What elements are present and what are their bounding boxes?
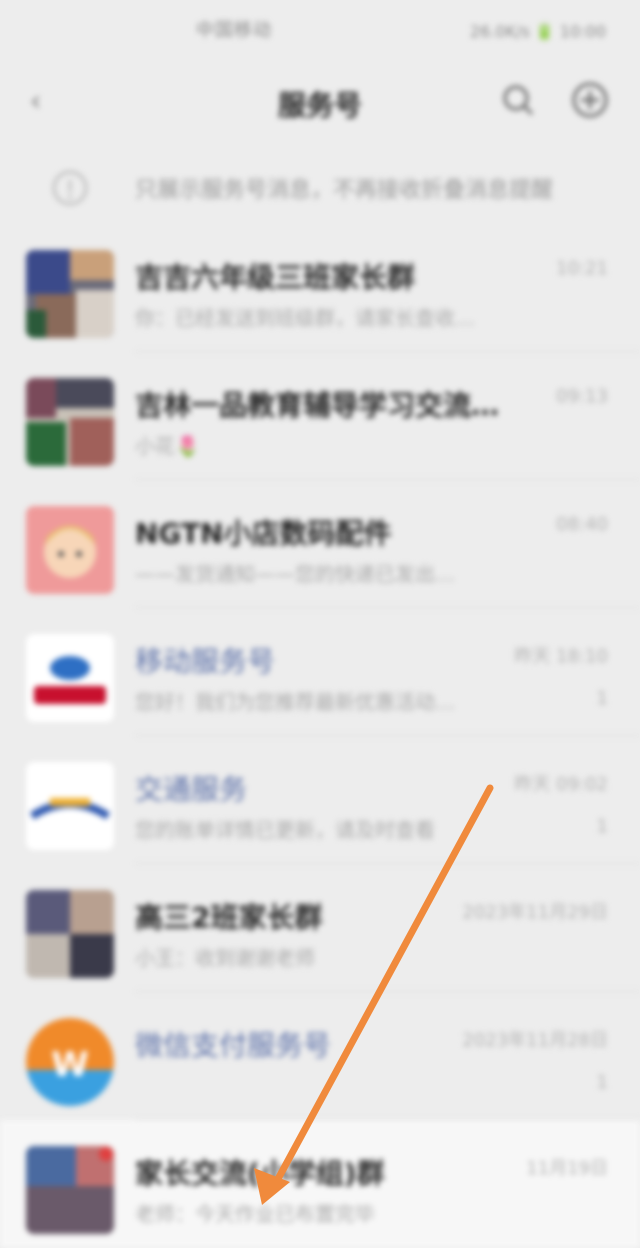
avatar (26, 1146, 114, 1234)
conversation-name: 家长交流(小学组)群 (135, 1157, 385, 1190)
conversation-name: 交通服务 (135, 773, 248, 806)
list-item[interactable]: 吉吉六年级三班家长群 你：已经发送到班级群，请家长查收… 10:21 (0, 224, 640, 352)
conversation-preview: ——发货通知——您的快递已发出… (135, 562, 455, 586)
avatar (26, 762, 114, 850)
screen-content: 中国移动 26.0K/s 🔋 10:00 ‹ 服务号 只展示服务号消息，不再接收… (0, 0, 640, 1248)
conversation-time: 昨天 09:02 (514, 774, 608, 795)
conversation-time: 09:13 (556, 386, 608, 407)
unread-count: 1 (596, 816, 608, 837)
avatar (26, 250, 114, 338)
unread-count: 1 (596, 688, 608, 709)
conversation-preview: 小王：收到谢谢老师 (135, 946, 315, 970)
fold-notice[interactable]: 只展示服务号消息，不再接收折叠消息提醒 (0, 150, 640, 224)
status-bar: 中国移动 26.0K/s 🔋 10:00 (0, 0, 640, 70)
avatar: W (26, 1018, 114, 1106)
conversation-time: 2023年11月29日 (462, 902, 608, 923)
conversation-name: 移动服务号 (135, 645, 276, 678)
conversation-preview: 你：已经发送到班级群，请家长查收… (135, 306, 475, 330)
list-item[interactable]: NGTN小店数码配件 ——发货通知——您的快递已发出… 08:40 (0, 480, 640, 608)
conversation-name: 高三2班家长群 (135, 901, 323, 934)
avatar (26, 378, 114, 466)
search-icon[interactable] (498, 80, 538, 120)
conversation-time: 2023年11月28日 (462, 1030, 608, 1051)
avatar (26, 506, 114, 594)
conversation-name: 微信支付服务号 (135, 1029, 332, 1062)
list-item[interactable]: 移动服务号 您好！我们为您推荐最新优惠活动… 昨天 18:10 1 (0, 608, 640, 736)
info-icon (50, 168, 90, 208)
conversation-preview: 老师：今天作业已布置完毕 (135, 1202, 375, 1226)
carrier-label: 中国移动 (196, 20, 272, 41)
conversation-preview: 您的账单详情已更新，请及时查看 (135, 818, 435, 842)
conversation-time: 08:40 (556, 514, 608, 535)
conversation-name: 吉林一品教育辅导学习交流… (135, 389, 500, 422)
list-item[interactable]: 吉林一品教育辅导学习交流… 小花🌷 09:13 (0, 352, 640, 480)
conversation-name: NGTN小店数码配件 (135, 517, 392, 550)
page-title: 服务号 (277, 89, 362, 122)
unread-count: 1 (596, 1072, 608, 1093)
avatar (26, 890, 114, 978)
conversation-preview: 小花🌷 (135, 434, 200, 458)
list-item[interactable]: W 微信支付服务号 2023年11月28日 1 (0, 992, 640, 1120)
more-options-icon[interactable] (570, 80, 610, 120)
conversation-preview: 您好！我们为您推荐最新优惠活动… (135, 690, 455, 714)
svg-text:W: W (51, 1045, 89, 1085)
list-item[interactable]: 高三2班家长群 小王：收到谢谢老师 2023年11月29日 (0, 864, 640, 992)
conversation-time: 10:21 (556, 258, 608, 279)
notice-text: 只展示服务号消息，不再接收折叠消息提醒 (135, 178, 554, 203)
avatar (26, 634, 114, 722)
list-item[interactable]: 交通服务 您的账单详情已更新，请及时查看 昨天 09:02 1 (0, 736, 640, 864)
nav-bar: ‹ 服务号 (0, 70, 640, 136)
status-indicators: 26.0K/s 🔋 10:00 (469, 22, 606, 41)
conversation-name: 吉吉六年级三班家长群 (135, 261, 416, 294)
conversation-time: 11月19日 (526, 1158, 608, 1179)
list-item[interactable]: 家长交流(小学组)群 老师：今天作业已布置完毕 11月19日 (0, 1120, 640, 1248)
conversation-time: 昨天 18:10 (514, 646, 608, 667)
